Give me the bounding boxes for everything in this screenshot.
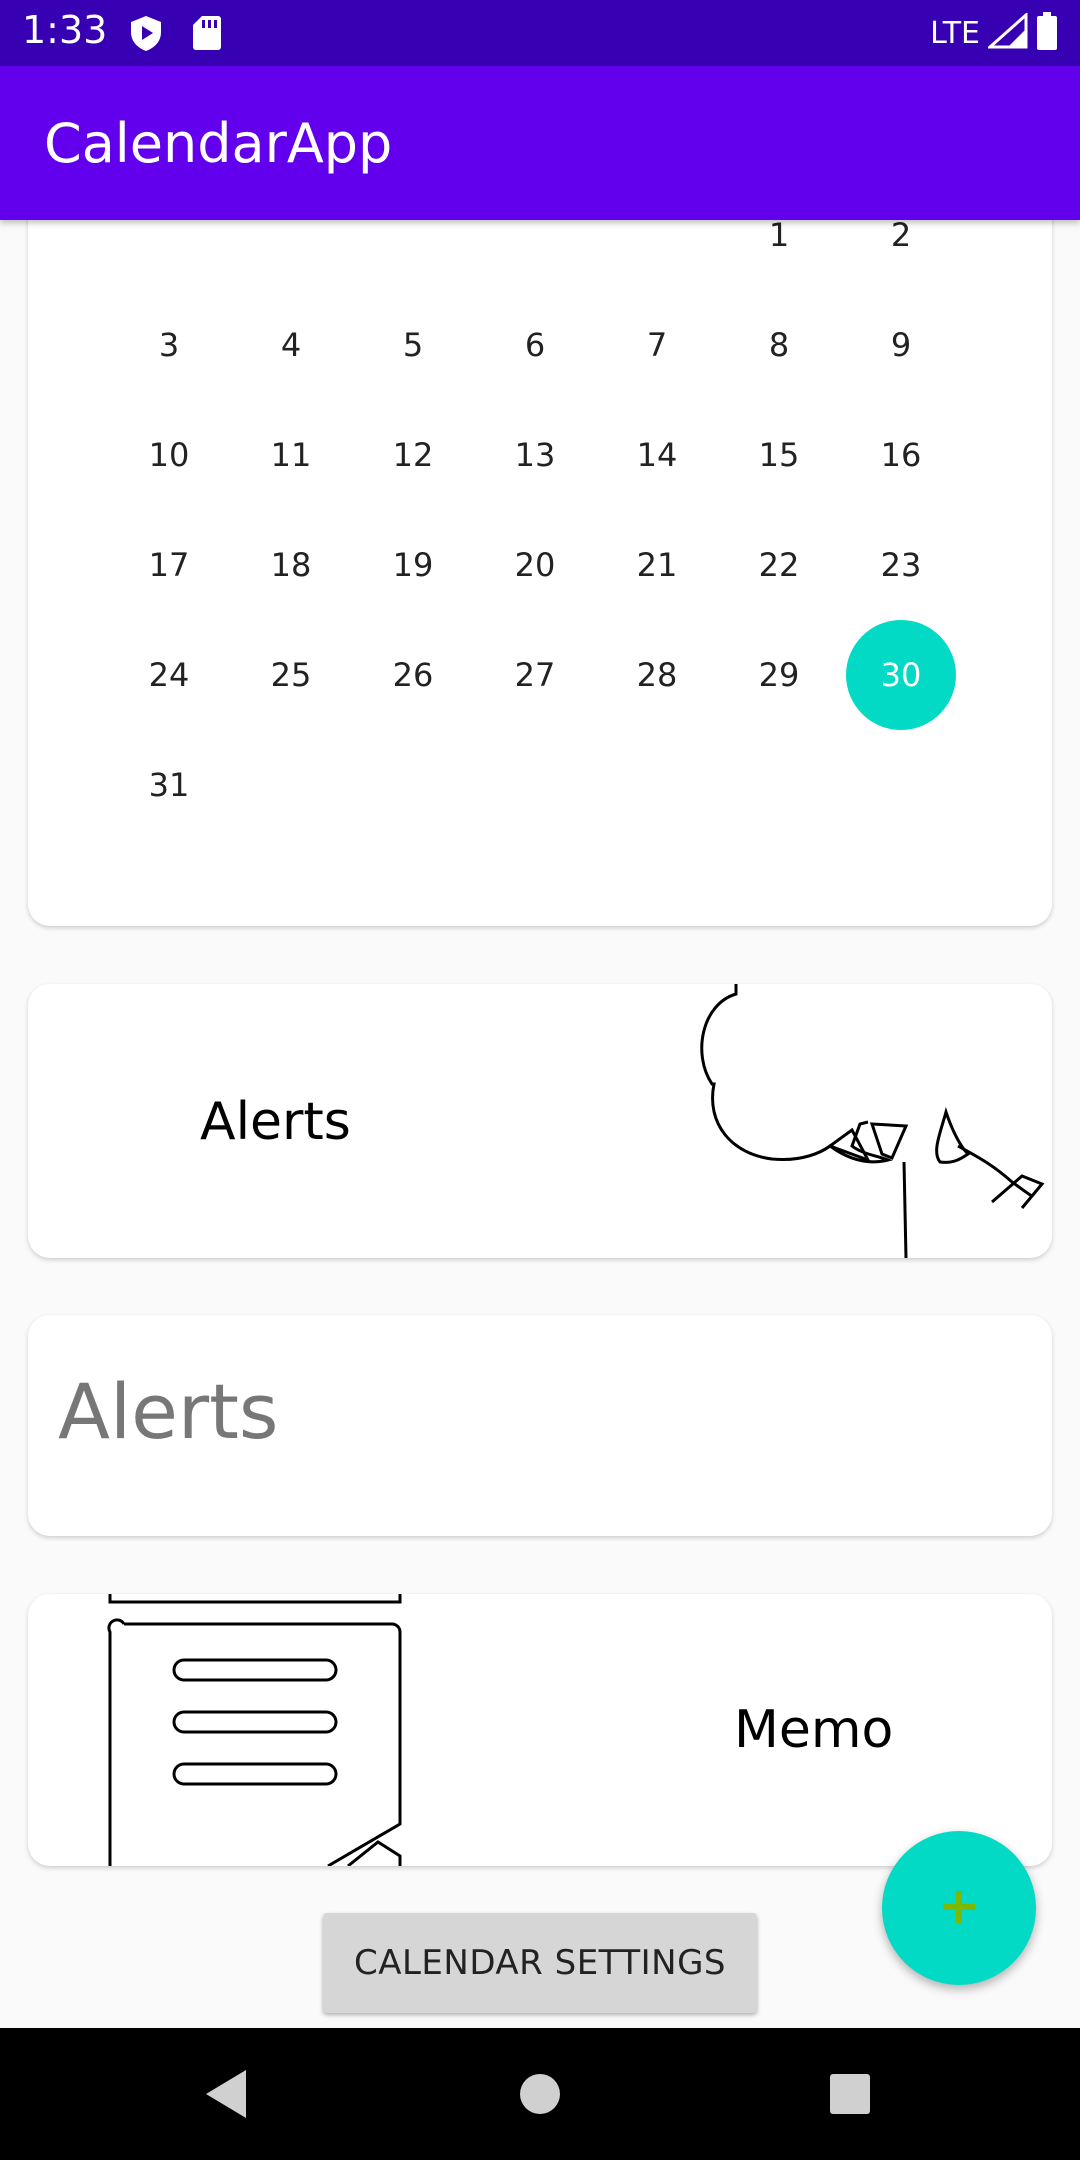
calendar-day-number: 13 — [514, 436, 556, 474]
calendar-day[interactable]: 8 — [718, 290, 840, 400]
calendar-day[interactable]: 27 — [474, 620, 596, 730]
calendar-day[interactable]: 9 — [840, 290, 962, 400]
home-icon[interactable] — [510, 2064, 570, 2124]
calendar-day-number: 26 — [392, 656, 434, 694]
calendar-day-number: 10 — [148, 436, 190, 474]
calendar-day-number: 11 — [270, 436, 312, 474]
calendar-day[interactable]: 13 — [474, 400, 596, 510]
calendar-day[interactable]: 5 — [352, 290, 474, 400]
calendar-day[interactable]: 18 — [230, 510, 352, 620]
calendar-card: 1 2 3 4 5 6 7 8 9 10 11 12 13 14 15 16 17 18 19 20 21 22 23 24 2… — [28, 180, 1052, 926]
calendar-day-number: 16 — [880, 436, 922, 474]
calendar-day-number: 14 — [636, 436, 678, 474]
calendar-day-number: 28 — [636, 656, 678, 694]
calendar-day-number: 27 — [514, 656, 556, 694]
calendar-day[interactable]: 22 — [718, 510, 840, 620]
calendar-day[interactable]: 30 — [840, 620, 962, 730]
alerts-card[interactable]: Alerts — [28, 984, 1052, 1258]
calendar-grid: 1 2 3 4 5 6 7 8 9 10 11 12 13 14 15 16 17 18 19 20 21 22 23 24 2… — [108, 180, 962, 840]
calendar-day-number: 8 — [768, 326, 790, 364]
calendar-day-number: 7 — [646, 326, 668, 364]
calendar-day[interactable]: 29 — [718, 620, 840, 730]
calendar-day[interactable]: 15 — [718, 400, 840, 510]
alerts-input[interactable] — [56, 1355, 960, 1467]
tree-illustration-icon — [700, 984, 1045, 1258]
battery-icon — [1036, 12, 1058, 54]
calendar-day-number: 31 — [148, 766, 190, 804]
shield-icon — [128, 14, 164, 56]
calendar-settings-button[interactable]: CALENDAR SETTINGS — [323, 1913, 757, 2013]
calendar-day[interactable]: 16 — [840, 400, 962, 510]
calendar-day[interactable]: 17 — [108, 510, 230, 620]
calendar-day[interactable]: 7 — [596, 290, 718, 400]
network-type: LTE — [930, 15, 980, 51]
app-title: CalendarApp — [44, 112, 393, 175]
back-icon[interactable] — [196, 2064, 256, 2124]
calendar-day[interactable]: 14 — [596, 400, 718, 510]
calendar-day[interactable]: 26 — [352, 620, 474, 730]
calendar-day-number: 22 — [758, 546, 800, 584]
calendar-day-number: 19 — [392, 546, 434, 584]
calendar-day-number: 12 — [392, 436, 434, 474]
calendar-day-number: 4 — [280, 326, 302, 364]
status-bar: 1:33 LTE — [0, 0, 1080, 66]
calendar-day[interactable]: 19 — [352, 510, 474, 620]
calendar-day[interactable]: 11 — [230, 400, 352, 510]
status-time: 1:33 — [22, 8, 108, 52]
calendar-day[interactable]: 3 — [108, 290, 230, 400]
add-fab-button[interactable] — [882, 1831, 1036, 1985]
calendar-day[interactable]: 24 — [108, 620, 230, 730]
app-bar: CalendarApp — [0, 66, 1080, 220]
calendar-day-number: 24 — [148, 656, 190, 694]
calendar-day-number: 3 — [158, 326, 180, 364]
calendar-day-number: 15 — [758, 436, 800, 474]
calendar-day[interactable]: 20 — [474, 510, 596, 620]
calendar-day-number: 18 — [270, 546, 312, 584]
calendar-day[interactable]: 23 — [840, 510, 962, 620]
calendar-day-number: 23 — [880, 546, 922, 584]
calendar-day-number: 21 — [636, 546, 678, 584]
plus-icon — [939, 1887, 979, 1930]
alerts-input-card — [28, 1315, 1052, 1536]
calendar-day-number: 25 — [270, 656, 312, 694]
calendar-day[interactable]: 25 — [230, 620, 352, 730]
calendar-day-number: 17 — [148, 546, 190, 584]
calendar-day-selected: 30 — [846, 620, 956, 730]
calendar-day[interactable]: 6 — [474, 290, 596, 400]
calendar-day[interactable]: 28 — [596, 620, 718, 730]
calendar-day-number: 6 — [524, 326, 546, 364]
alerts-card-label: Alerts — [200, 1092, 351, 1152]
status-right: LTE — [930, 10, 1058, 56]
calendar-day-number: 29 — [758, 656, 800, 694]
calendar-day-number: 9 — [890, 326, 912, 364]
calendar-day-number: 20 — [514, 546, 556, 584]
calendar-day[interactable]: 12 — [352, 400, 474, 510]
calendar-day[interactable]: 4 — [230, 290, 352, 400]
recents-icon[interactable] — [820, 2064, 880, 2124]
signal-icon — [986, 11, 1028, 53]
calendar-day[interactable]: 21 — [596, 510, 718, 620]
memo-card-label: Memo — [734, 1700, 894, 1760]
calendar-day[interactable]: 31 — [108, 730, 230, 840]
navigation-bar — [0, 2028, 1080, 2160]
memo-illustration-icon — [107, 1594, 402, 1866]
calendar-day[interactable]: 10 — [108, 400, 230, 510]
memo-card[interactable]: Memo — [28, 1594, 1052, 1866]
calendar-day-number: 5 — [402, 326, 424, 364]
sd-card-icon — [192, 14, 222, 56]
